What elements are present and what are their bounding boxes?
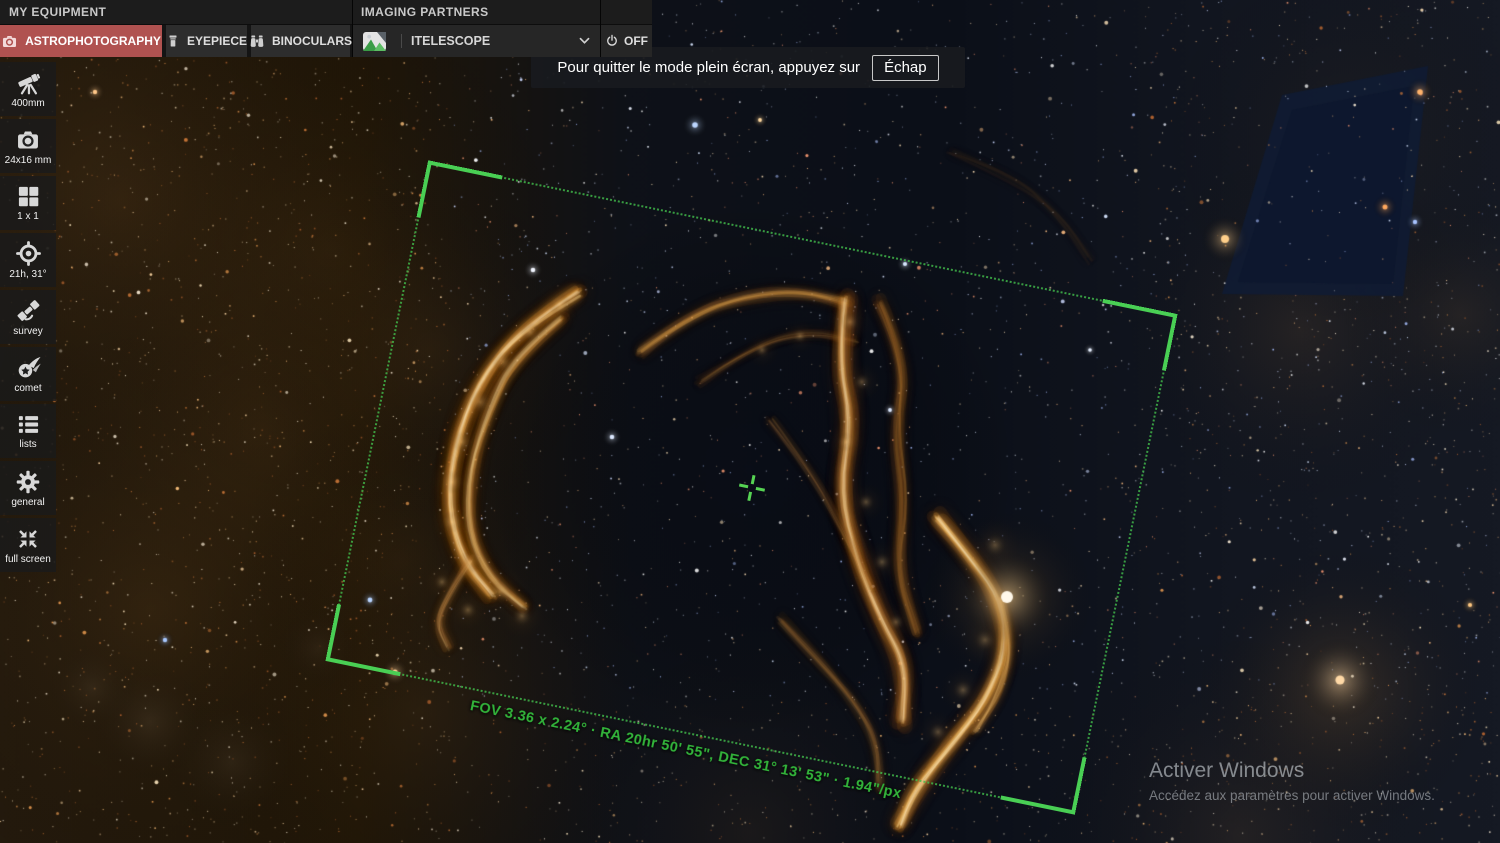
sidebar-item-comet[interactable]: comet (0, 347, 56, 401)
app-stage: FOV 3.36 x 2.24° · RA 20hr 50' 55", DEC … (0, 0, 1500, 843)
sidebar-item-lists[interactable]: lists (0, 404, 56, 458)
toast-message: Pour quitter le mode plein écran, appuye… (557, 59, 861, 76)
tab-label: BINOCULARS (272, 34, 352, 48)
sidebar-item-label: 24x16 mm (4, 154, 52, 166)
toolbar-tabs-row: ASTROPHOTOGRAPHY EYEPIECE BINOCULARS ITE… (0, 25, 652, 57)
imaging-partners-heading: IMAGING PARTNERS (361, 5, 489, 19)
tab-eyepiece[interactable]: EYEPIECE (166, 25, 247, 57)
fov-center-crosshair (736, 472, 767, 503)
camera-icon (18, 131, 38, 148)
sidebar-item-label: general (11, 496, 45, 508)
watermark-title: Activer Windows (1149, 759, 1305, 782)
satellite-icon (17, 300, 39, 321)
tab-label: ASTROPHOTOGRAPHY (25, 34, 161, 48)
telescope-icon (17, 73, 40, 95)
binoculars-icon (250, 35, 264, 47)
windows-activation-watermark: Activer Windows Accédez aux paramètres p… (1149, 759, 1435, 803)
watermark-subtitle: Accédez aux paramètres pour activer Wind… (1149, 788, 1435, 803)
sidebar-item-survey[interactable]: survey (0, 290, 56, 344)
toolbar-section-headers: MY EQUIPMENT IMAGING PARTNERS (0, 0, 652, 25)
sidebar-item-label: lists (19, 439, 37, 450)
gear-icon (16, 470, 40, 493)
crosshair-target-icon (15, 241, 41, 266)
chevron-down-icon (579, 37, 590, 44)
list-icon (18, 416, 38, 433)
tab-label: EYEPIECE (186, 34, 248, 48)
compress-arrows-icon (19, 529, 37, 548)
sidebar-item-camera[interactable]: 24x16 mm (0, 119, 56, 173)
grid-icon (18, 186, 38, 207)
power-toggle-label: OFF (624, 34, 648, 48)
camera-icon (3, 35, 17, 47)
top-toolbar: MY EQUIPMENT IMAGING PARTNERS ASTROPHOTO… (0, 0, 652, 57)
partner-select-value: ITELESCOPE (401, 34, 490, 48)
sidebar-item-label: 400mm (11, 98, 45, 109)
tab-astrophotography[interactable]: ASTROPHOTOGRAPHY (0, 25, 162, 57)
power-icon (607, 34, 617, 46)
left-sidebar: 400mm 24x16 mm 1 x 1 21h, 31° survey com… (0, 62, 56, 575)
my-equipment-heading: MY EQUIPMENT (9, 5, 107, 19)
sidebar-item-fullscreen[interactable]: full screen (0, 518, 56, 572)
sidebar-item-label: full screen (5, 553, 51, 565)
toolbar-divider (352, 0, 353, 57)
eyepiece-icon (169, 35, 177, 47)
imaging-partner-select[interactable]: ITELESCOPE (353, 25, 600, 57)
itelescope-logo-icon (363, 31, 386, 51)
sidebar-item-label: survey (13, 326, 43, 337)
comet-icon (18, 356, 41, 378)
sidebar-item-coordinates[interactable]: 21h, 31° (0, 233, 56, 287)
tab-binoculars[interactable]: BINOCULARS (250, 25, 352, 57)
toolbar-divider (600, 0, 601, 57)
sidebar-item-grid[interactable]: 1 x 1 (0, 176, 56, 230)
sidebar-item-label: 1 x 1 (17, 211, 39, 222)
sidebar-item-general-settings[interactable]: general (0, 461, 56, 515)
sidebar-item-telescope[interactable]: 400mm (0, 62, 56, 116)
sidebar-item-label: 21h, 31° (9, 269, 47, 280)
escape-key-badge: Échap (872, 54, 939, 81)
sidebar-item-label: comet (14, 383, 42, 394)
partner-power-toggle[interactable]: OFF (601, 25, 652, 57)
